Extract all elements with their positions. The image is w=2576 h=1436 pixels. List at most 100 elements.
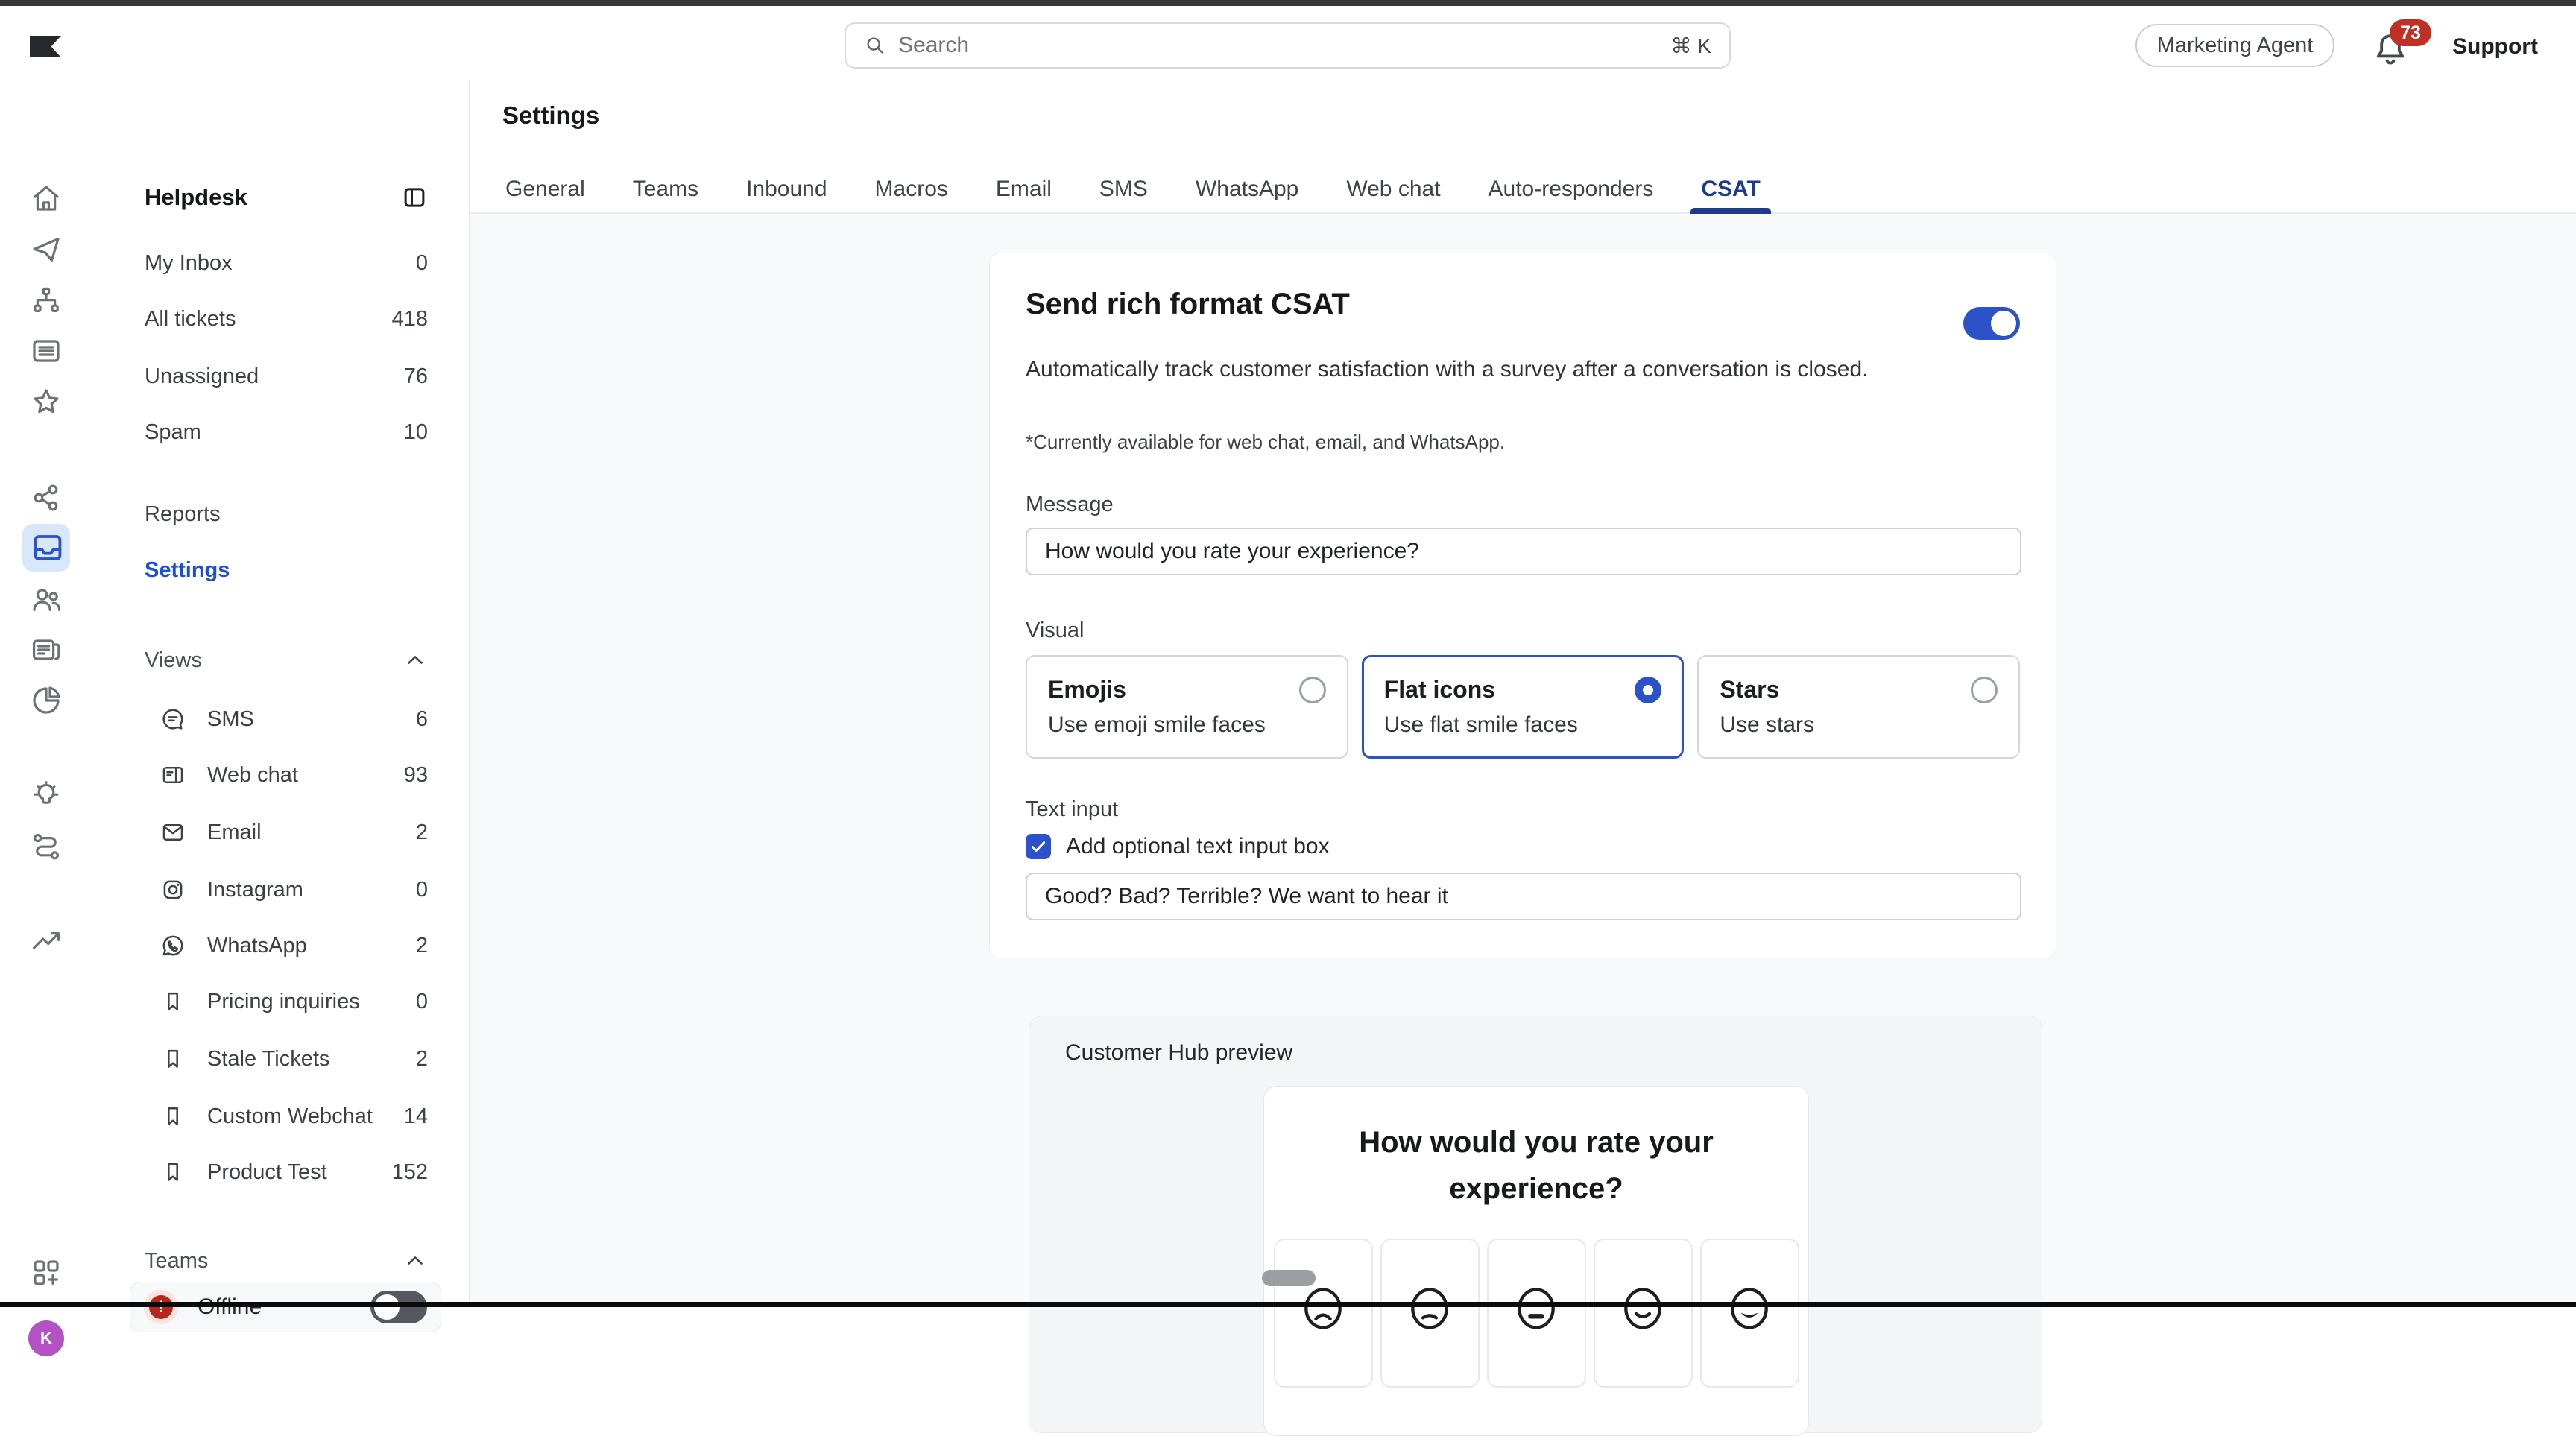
views-section-header[interactable]: Views (145, 636, 428, 685)
sidebar-item-my-inbox[interactable]: My Inbox 0 (145, 238, 428, 288)
sitemap-icon[interactable] (28, 282, 64, 318)
item-label: Unassigned (145, 364, 259, 389)
item-label: All tickets (145, 307, 236, 332)
chevron-up-icon (402, 1248, 428, 1274)
collapse-panel-icon[interactable] (400, 183, 429, 212)
lightbulb-icon[interactable] (28, 777, 64, 813)
tab-macros[interactable]: Macros (872, 165, 951, 214)
tab-web-chat[interactable]: Web chat (1343, 165, 1443, 214)
users-icon[interactable] (28, 581, 64, 617)
tab-inbound[interactable]: Inbound (743, 165, 830, 214)
optional-text-checkbox[interactable] (1026, 834, 1051, 859)
profile-button[interactable]: Marketing Agent (2135, 24, 2334, 67)
view-label: Custom Webchat (207, 1104, 404, 1129)
trending-up-icon[interactable] (28, 923, 64, 959)
view-item-custom-webchat[interactable]: Custom Webchat 14 (160, 1092, 428, 1141)
bookmark-icon (160, 1159, 186, 1186)
search-shortcut: ⌘ K (1671, 34, 1711, 58)
settings-header: Settings General Teams Inbound Macros Em… (470, 80, 2576, 214)
page-title: Settings (502, 101, 599, 130)
radio-unselected[interactable] (1299, 677, 1326, 703)
notification-count-badge: 73 (2390, 19, 2431, 46)
view-item-whatsapp[interactable]: WhatsApp 2 (160, 921, 428, 970)
view-count: 2 (416, 934, 428, 958)
send-icon[interactable] (28, 232, 64, 268)
message-input[interactable] (1026, 528, 2021, 575)
option-subtitle: Use stars (1720, 712, 1998, 738)
view-item-instagram[interactable]: Instagram 0 (160, 865, 428, 914)
view-item-pricing-inquiries[interactable]: Pricing inquiries 0 (160, 977, 428, 1026)
alert-icon: ! (144, 1290, 178, 1324)
rating-option-5[interactable] (1700, 1239, 1799, 1388)
visual-option-emojis[interactable]: Emojis Use emoji smile faces (1026, 655, 1348, 759)
visual-option-stars[interactable]: Stars Use stars (1697, 655, 2020, 759)
rating-option-1[interactable] (1274, 1239, 1373, 1388)
view-item-email[interactable]: Email 2 (160, 808, 428, 857)
tab-teams[interactable]: Teams (630, 165, 701, 214)
view-item-web-chat[interactable]: Web chat 93 (160, 750, 428, 800)
item-count: 0 (416, 251, 428, 276)
optional-text-input[interactable] (1026, 873, 2021, 920)
search-icon (864, 34, 886, 57)
option-title: Stars (1720, 676, 1779, 703)
radio-selected[interactable] (1635, 677, 1661, 703)
visual-label: Visual (1026, 619, 2020, 643)
view-count: 2 (416, 820, 428, 845)
settings-content: Send rich format CSAT Automatically trac… (470, 215, 2576, 1302)
apps-grid-plus-icon[interactable] (28, 1255, 64, 1291)
visual-option-flat-icons[interactable]: Flat icons Use flat smile faces (1362, 655, 1685, 759)
pie-chart-icon[interactable] (28, 683, 64, 718)
tab-csat[interactable]: CSAT (1698, 165, 1763, 214)
support-link[interactable]: Support (2452, 34, 2538, 60)
search-input[interactable] (898, 33, 1659, 58)
tab-auto-responders[interactable]: Auto-responders (1486, 165, 1657, 214)
tab-whatsapp[interactable]: WhatsApp (1193, 165, 1301, 214)
option-title: Emojis (1048, 676, 1126, 703)
user-avatar[interactable]: K (28, 1320, 64, 1356)
inbox-icon[interactable] (30, 530, 66, 566)
app-logo[interactable] (30, 36, 61, 57)
sidebar-item-spam[interactable]: Spam 10 (145, 408, 428, 457)
global-search[interactable]: ⌘ K (845, 22, 1731, 69)
icon-rail: K (0, 80, 93, 1302)
sidebar-link-reports[interactable]: Reports (145, 490, 221, 539)
view-count: 2 (416, 1047, 428, 1072)
rating-option-2[interactable] (1380, 1239, 1480, 1388)
helpdesk-sidebar: Helpdesk My Inbox 0 All tickets 418 Unas… (93, 80, 470, 1302)
view-item-stale-tickets[interactable]: Stale Tickets 2 (160, 1034, 428, 1084)
tab-email[interactable]: Email (993, 165, 1055, 214)
csat-enabled-toggle[interactable] (1963, 307, 2020, 340)
star-icon[interactable] (28, 385, 64, 420)
route-icon[interactable] (28, 828, 64, 864)
view-label: WhatsApp (207, 934, 416, 958)
view-label: Pricing inquiries (207, 990, 416, 1014)
share-nodes-icon[interactable] (28, 480, 64, 516)
newspaper-icon[interactable] (28, 632, 64, 668)
tab-general[interactable]: General (502, 165, 588, 214)
availability-note: *Currently available for web chat, email… (1026, 431, 2020, 454)
teams-section-header[interactable]: Teams (145, 1236, 428, 1285)
radio-unselected[interactable] (1971, 677, 1998, 703)
survey-preview: How would you rate your experience? (1263, 1086, 1809, 1436)
tab-sms[interactable]: SMS (1096, 165, 1151, 214)
horizontal-scrollbar-thumb[interactable] (1262, 1270, 1316, 1286)
chevron-up-icon (402, 648, 428, 673)
sidebar-link-settings[interactable]: Settings (145, 545, 230, 595)
view-item-sms[interactable]: SMS 6 (160, 695, 428, 744)
message-label: Message (1026, 493, 2020, 517)
home-icon[interactable] (28, 181, 64, 217)
csat-settings-card: Send rich format CSAT Automatically trac… (989, 253, 2056, 958)
card-description: Automatically track customer satisfactio… (1026, 352, 1890, 388)
rating-option-3[interactable] (1487, 1239, 1586, 1388)
option-title: Flat icons (1384, 676, 1495, 703)
sidebar-item-all-tickets[interactable]: All tickets 418 (145, 294, 428, 344)
note-card-icon[interactable] (28, 333, 64, 369)
offline-toggle[interactable] (370, 1291, 427, 1323)
offline-label: Offline (198, 1294, 370, 1320)
instagram-icon (160, 876, 186, 903)
item-label: My Inbox (145, 251, 233, 276)
card-title: Send rich format CSAT (1026, 288, 1350, 321)
view-item-product-test[interactable]: Product Test 152 (160, 1148, 428, 1197)
sidebar-item-unassigned[interactable]: Unassigned 76 (145, 352, 428, 401)
rating-option-4[interactable] (1594, 1239, 1693, 1388)
